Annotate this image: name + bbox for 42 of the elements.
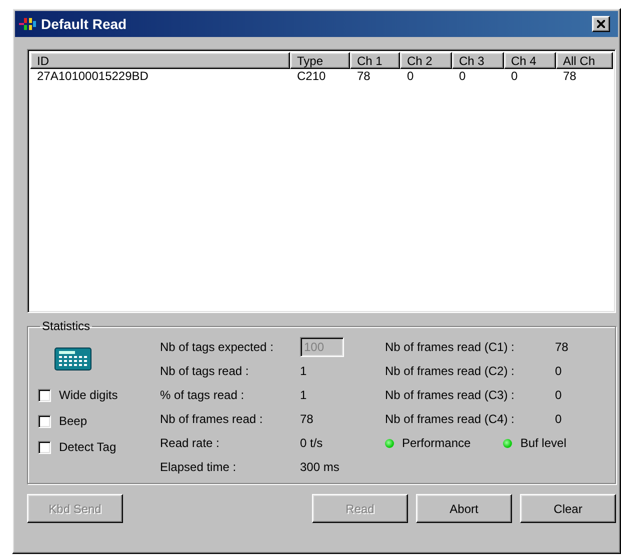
stat-value: 1 [300,364,308,378]
stat-label: % of tags read : [160,388,246,402]
stat-label: Nb of frames read (C1) : [385,340,516,354]
table-cell-text: 0 [406,69,415,83]
column-header[interactable]: ID [30,52,290,69]
stat-value: 78 [555,340,568,354]
stat-value: 300 ms [300,460,340,474]
stat-label: Nb of frames read : [160,412,264,426]
stat-value: 0 [555,364,563,378]
indicator-label: Buf level [520,436,566,450]
column-header[interactable]: Type [290,52,350,69]
stat-value: 0 [555,388,563,402]
checkbox-label: Beep [59,414,88,428]
table-cell-text: 27A10100015229BD [36,69,150,83]
stat-label: Nb of tags read : [160,364,250,378]
stat-label: Nb of frames read (C3) : [385,388,516,402]
column-header[interactable]: All Ch [556,52,613,69]
checkbox-label: Wide digits [59,388,118,402]
stat-label: Nb of frames read (C4) : [385,412,516,426]
stat-label: Elapsed time : [160,460,238,474]
indicator-label: Performance [402,436,471,450]
table-cell-text: 78 [356,69,372,83]
stat-value: 0 t/s [300,436,324,450]
column-header[interactable]: Ch 4 [504,52,556,69]
group-title: Statistics [41,319,92,333]
stat-value: 0 [555,412,563,426]
push-button[interactable]: Abort [416,494,512,523]
checkbox-label: Detect Tag [59,440,116,454]
push-button[interactable]: Clear [520,494,616,523]
table-cell-text: 0 [510,69,519,83]
stat-value: 1 [300,388,308,402]
stat-label: Nb of frames read (C2) : [385,364,516,378]
table-cell-text: C210 [296,69,327,83]
window-title: Default Read [41,16,128,32]
stat-label: Nb of tags expected : [160,340,274,354]
stat-label: Read rate : [160,436,220,450]
table-cell-text: 0 [458,69,467,83]
column-header[interactable]: Ch 3 [452,52,504,69]
column-header[interactable]: Ch 2 [400,52,452,69]
stat-value: 78 [300,412,314,426]
column-header[interactable]: Ch 1 [350,52,400,69]
table-cell-text: 78 [562,69,578,83]
